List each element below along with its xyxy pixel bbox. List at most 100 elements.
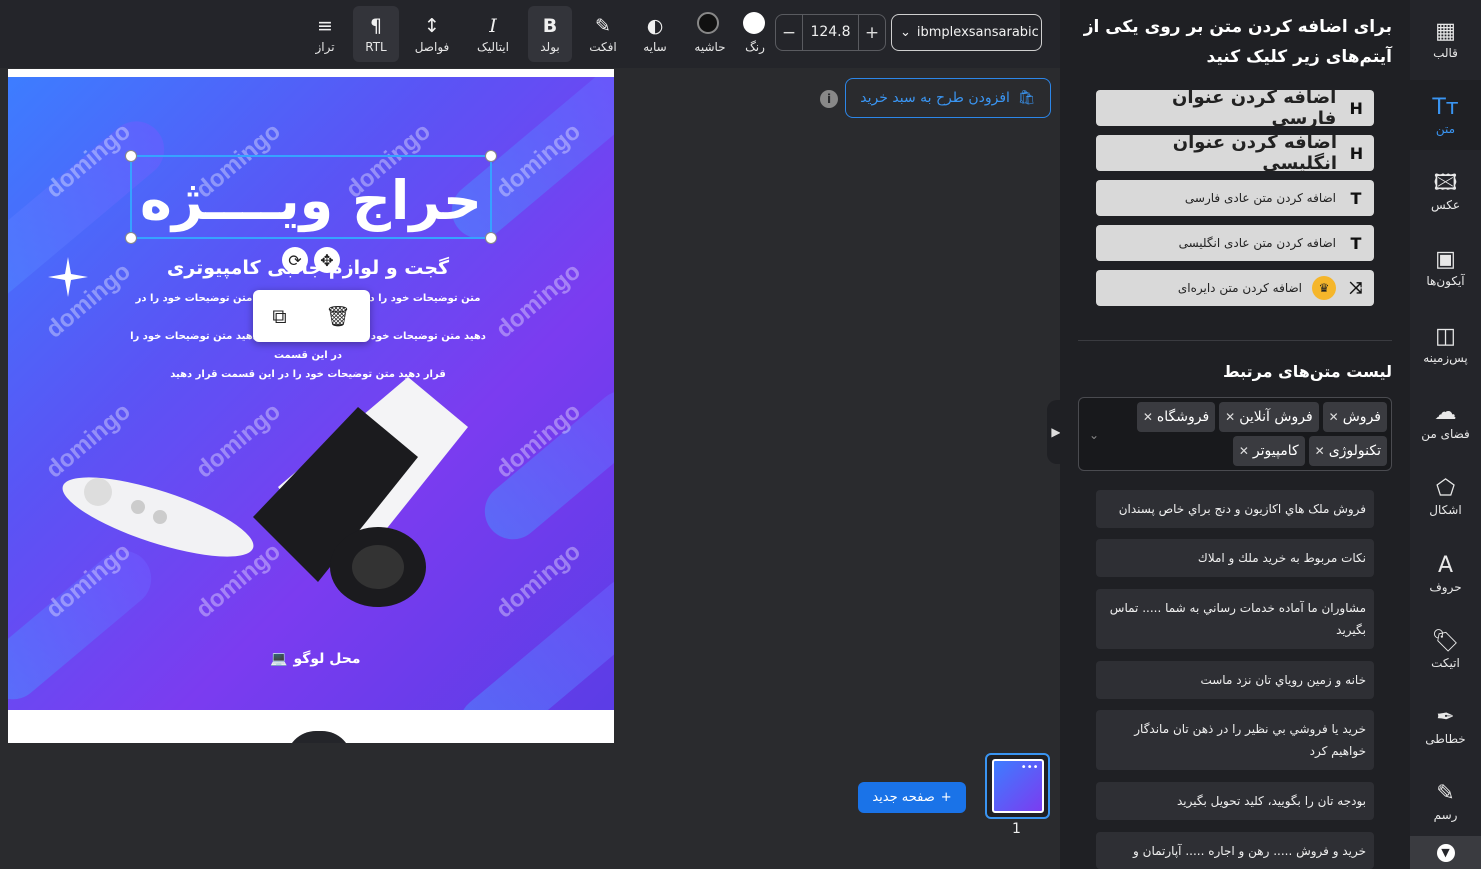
- add-circular-text-button[interactable]: ⤨ ♛ اضافه کردن متن دایره‌ای: [1096, 270, 1374, 306]
- plus-icon: +: [940, 790, 952, 805]
- sidebar-item-labels[interactable]: 🏷 اتیکت: [1410, 614, 1481, 684]
- chevron-down-icon: ⌄: [900, 25, 911, 40]
- resize-handle[interactable]: [125, 150, 137, 162]
- related-texts-title: لیست متن‌های مرتبط: [1222, 362, 1392, 381]
- sidebar-item-background[interactable]: ◫ پس‌زمینه: [1410, 309, 1481, 379]
- tag-chip[interactable]: فروشگاه ✕: [1136, 402, 1216, 432]
- tag-filter[interactable]: فروش ✕ فروش آنلاین ✕ فروشگاه ✕ تکنولوژی ✕ کا…: [1078, 397, 1392, 471]
- sidebar-item-letters[interactable]: A حروف: [1410, 538, 1481, 608]
- shadow-tool[interactable]: ◐ سایه: [633, 6, 677, 62]
- panel-title: برای اضافه کردن متن بر روی یکی از آیتم‌ه…: [1083, 17, 1392, 67]
- add-english-heading-button[interactable]: H اضافه کردن عنوان انگلیسی: [1096, 132, 1374, 174]
- remove-tag-icon[interactable]: ✕: [1329, 410, 1339, 424]
- new-page-button[interactable]: + صفحه جدید: [858, 782, 966, 813]
- sidebar-item-shapes[interactable]: ⬠ اشکال: [1410, 461, 1481, 531]
- vr-headset-image: [62, 377, 468, 607]
- text-panel: برای اضافه کردن متن بر روی یکی از آیتم‌ه…: [1060, 0, 1410, 869]
- pencil-icon: ✎: [1436, 781, 1455, 806]
- sidebar-item-icons[interactable]: ▣ آیکون‌ها: [1410, 232, 1481, 302]
- effect-tool[interactable]: ✎ افکت: [581, 6, 625, 62]
- rotate-icon[interactable]: ⟳: [282, 247, 308, 273]
- page-thumbnail[interactable]: •••: [985, 753, 1050, 819]
- text-icon: Tт: [1432, 95, 1459, 120]
- page-number: 1: [1012, 821, 1021, 837]
- magic-wand-icon: ✎: [595, 15, 611, 37]
- design-canvas[interactable]: domingo domingo domingo domingo domingo …: [8, 77, 614, 710]
- spacing-tool[interactable]: ↕ فواصل: [409, 6, 455, 62]
- sidebar-item-text[interactable]: Tт متن: [1410, 80, 1481, 150]
- tag-chip[interactable]: فروش ✕: [1322, 402, 1387, 432]
- curve-text-icon: ⤨: [1349, 278, 1363, 297]
- add-english-text-button[interactable]: T اضافه کردن متن عادی انگلیسی: [1096, 225, 1374, 261]
- tag-icon: 🏷: [1431, 629, 1460, 654]
- more-options-icon[interactable]: •••: [1021, 762, 1039, 773]
- italic-tool[interactable]: I ایتالیک: [470, 6, 516, 62]
- increase-size-button[interactable]: +: [859, 23, 885, 43]
- rtl-tool[interactable]: ¶ RTL: [353, 6, 399, 62]
- font-size-stepper: − 124.8 +: [775, 14, 886, 51]
- remove-tag-icon[interactable]: ✕: [1143, 410, 1153, 424]
- text-color-swatch[interactable]: [743, 12, 765, 34]
- resize-handle[interactable]: [125, 232, 137, 244]
- add-persian-heading-button[interactable]: H اضافه کردن عنوان فارسی: [1096, 87, 1374, 129]
- selection-box: [125, 150, 497, 244]
- align-tool[interactable]: ≡ تراز: [305, 6, 345, 62]
- pages-strip: + صفحه جدید ••• 1: [0, 743, 1060, 869]
- trash-icon[interactable]: 🗑: [325, 304, 350, 328]
- related-text-item[interactable]: خانه و زمين روياي تان نزد ماست: [1096, 661, 1374, 699]
- transform-handles: ⟳ ✥: [282, 247, 340, 273]
- font-size-input[interactable]: 124.8: [802, 15, 859, 50]
- resize-handle[interactable]: [485, 150, 497, 162]
- cloud-upload-icon: ☁: [1434, 400, 1457, 425]
- laptop-icon: 💻: [270, 651, 288, 667]
- tag-chip[interactable]: تکنولوژی ✕: [1308, 436, 1387, 466]
- related-text-item[interactable]: فروش ملک هاي اكازيون و دنج براي خاص پسند…: [1096, 490, 1374, 528]
- tag-chip[interactable]: کامپیوتر ✕: [1232, 436, 1305, 466]
- bold-tool[interactable]: B بولد: [528, 6, 572, 62]
- bold-icon: B: [542, 15, 558, 37]
- sidebar-item-draw[interactable]: ✎ رسم: [1410, 766, 1481, 836]
- move-icon[interactable]: ✥: [314, 247, 340, 273]
- text-icon: T: [1350, 233, 1362, 253]
- tag-chip[interactable]: فروش آنلاین ✕: [1219, 402, 1319, 432]
- related-text-item[interactable]: خريد يا فروشي بي نظير را در ذهن تان ماند…: [1096, 710, 1374, 770]
- line-spacing-icon: ↕: [424, 15, 440, 37]
- related-text-item[interactable]: بودجه تان را بگوييد، كليد تحويل بگيريد: [1096, 782, 1374, 820]
- decrease-size-button[interactable]: −: [776, 23, 802, 43]
- sidebar-item-calligraphy[interactable]: ✒ خطاطی: [1410, 690, 1481, 760]
- sidebar-item-photo[interactable]: 🖾 عکس: [1410, 156, 1481, 226]
- info-icon[interactable]: i: [820, 90, 838, 108]
- duplicate-icon[interactable]: ⧉: [272, 304, 286, 328]
- sidebar-item-template[interactable]: ▦ قالب: [1410, 4, 1481, 74]
- template-icon: ▦: [1435, 19, 1456, 44]
- add-to-cart-button[interactable]: 🛍 افزودن طرح به سبد خرید: [845, 78, 1051, 118]
- resize-handle[interactable]: [485, 232, 497, 244]
- main-sidebar: ▦ قالب Tт متن 🖾 عکس ▣ آیکون‌ها ◫ پس‌زمین…: [1410, 0, 1481, 869]
- letter-icon: A: [1437, 553, 1454, 578]
- related-text-item[interactable]: نكات مربوط به خريد ملك و املاك: [1096, 539, 1374, 577]
- chevron-down-icon[interactable]: ⌄: [1089, 428, 1099, 442]
- shadow-icon: ◐: [646, 15, 664, 37]
- grid-icon: ▣: [1435, 247, 1456, 272]
- element-context-menu: ⧉ 🗑: [253, 290, 370, 342]
- arrow-down-icon: ▼: [1436, 843, 1455, 862]
- image-icon: 🖾: [1433, 171, 1458, 196]
- sidebar-item-my-space[interactable]: ☁ فضای من: [1410, 385, 1481, 455]
- heading-icon: H: [1349, 98, 1363, 118]
- remove-tag-icon[interactable]: ✕: [1239, 444, 1249, 458]
- scroll-down-button[interactable]: ▼: [1410, 836, 1481, 869]
- remove-tag-icon[interactable]: ✕: [1315, 444, 1325, 458]
- related-text-item[interactable]: خريد و فروش ..... رهن و اجاره ..... آپار…: [1096, 832, 1374, 869]
- font-family-select[interactable]: ⌄ ibmplexsansarabic: [891, 14, 1042, 51]
- italic-icon: I: [489, 15, 497, 37]
- shopping-bag-icon: 🛍: [1017, 90, 1036, 106]
- remove-tag-icon[interactable]: ✕: [1225, 410, 1235, 424]
- logo-placeholder[interactable]: محل لوگو 💻: [270, 651, 361, 667]
- stroke-color-swatch[interactable]: [697, 12, 719, 34]
- heading-icon: H: [1349, 143, 1364, 163]
- align-icon: ≡: [317, 15, 333, 37]
- shapes-icon: ⬠: [1435, 476, 1456, 501]
- add-persian-text-button[interactable]: T اضافه کردن متن عادی فارسی: [1096, 180, 1374, 216]
- sparkle-icon: [48, 257, 88, 297]
- related-text-item[interactable]: مشاوران ما آماده خدمات رساني به شما ....…: [1096, 589, 1374, 649]
